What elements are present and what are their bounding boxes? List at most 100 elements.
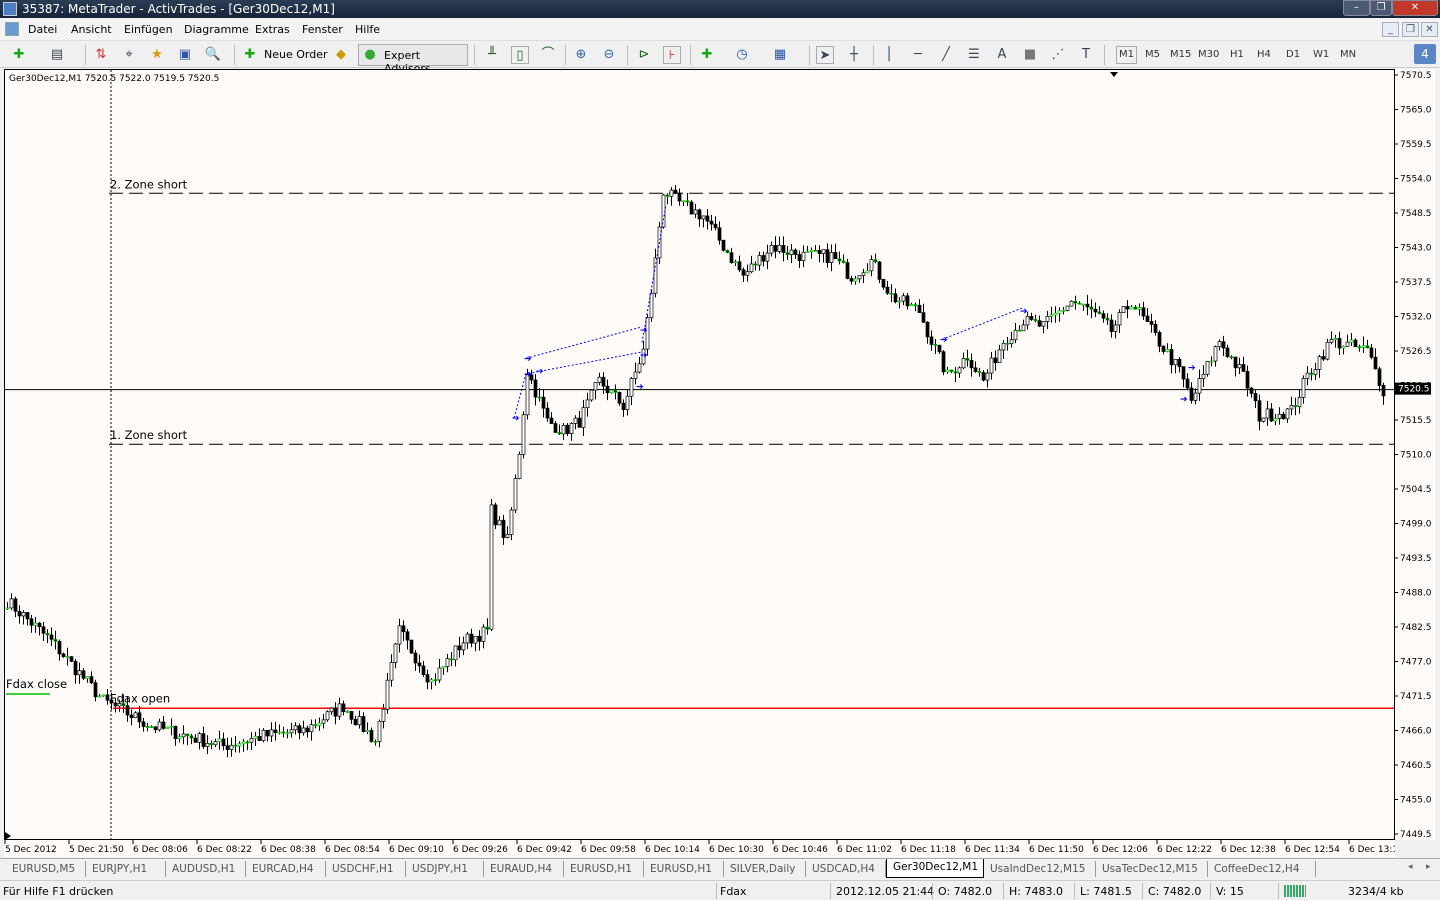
text-icon[interactable]: A [993, 46, 1011, 64]
candle [561, 422, 566, 441]
time-tick-label: 5 Dec 21:50 [69, 845, 124, 855]
candle [549, 412, 554, 425]
child-minimize-button[interactable]: _ [1382, 22, 1399, 37]
data-window-icon[interactable]: ⌖ [120, 46, 138, 64]
chart-tab[interactable]: AUDUSD,H1 [166, 861, 246, 877]
maximize-button[interactable]: ❐ [1370, 0, 1392, 16]
timeframe-m30[interactable]: M30 [1198, 49, 1219, 60]
candle-body [1105, 317, 1110, 321]
menu-datei[interactable]: Datei [28, 23, 57, 36]
auto-scroll-icon[interactable]: ⊳ [635, 46, 653, 64]
zoom-out-icon[interactable]: ⊖ [600, 46, 618, 64]
indicators-icon[interactable]: ✚ [698, 46, 716, 64]
vertical-line-icon[interactable]: │ [880, 46, 898, 64]
candle [1189, 382, 1194, 404]
new-chart-icon[interactable]: ✚ [10, 46, 28, 64]
chart-tab[interactable]: EURUSD,H1 [644, 861, 724, 877]
candle [473, 635, 478, 652]
notification-badge[interactable]: 4 [1414, 44, 1436, 64]
label-icon[interactable]: ■ [1021, 46, 1039, 64]
candle-body [677, 192, 682, 202]
price-axis[interactable]: 7570.5 7565.0 7559.5 7554.0 7548.5 7543.0 7537… [1395, 69, 1435, 840]
timeframe-m1[interactable]: M1 [1116, 46, 1137, 64]
fibonacci-icon[interactable]: ☰ [965, 46, 983, 64]
candle [1325, 338, 1330, 361]
chart-area[interactable]: ➔ ➔ ➔ ➔ ➔ ➔ ➔ ➔ ➔ ➔ ➔ 2. Zone short 1. Zone short Fda… [4, 69, 1395, 840]
chart-tab[interactable]: USDJPY,H1 [406, 861, 484, 877]
timeframe-mn[interactable]: MN [1340, 49, 1356, 60]
candle [1293, 397, 1298, 416]
candle-body [1153, 324, 1158, 333]
tabs-scroll-right-icon[interactable]: ▸ [1426, 862, 1431, 872]
candle [909, 302, 914, 307]
chart-tab[interactable]: EURCAD,H4 [246, 861, 326, 877]
new-order-icon[interactable]: ✚ [241, 46, 259, 64]
timeframe-h1[interactable]: H1 [1230, 49, 1244, 60]
document-icon[interactable] [5, 22, 19, 36]
candle [309, 719, 314, 741]
time-axis[interactable]: 5 Dec 2012 5 Dec 21:50 6 Dec 08:06 6 Dec 08… [4, 840, 1404, 857]
candlestick-icon[interactable]: ▯ [511, 46, 529, 64]
chart-tab[interactable]: CoffeeDec12,H4 [1208, 861, 1316, 877]
timeframe-m15[interactable]: M15 [1170, 49, 1191, 60]
candle-body [97, 695, 102, 698]
timeframe-h4[interactable]: H4 [1257, 49, 1271, 60]
tabs-scroll-left-icon[interactable]: ◂ [1408, 862, 1413, 872]
trendline-icon[interactable]: ╱ [937, 46, 955, 64]
chart-shift-icon[interactable]: ⊦ [663, 46, 681, 64]
cursor-icon[interactable]: ➤ [816, 46, 834, 64]
bar-chart-icon[interactable]: ╨ [483, 46, 501, 64]
crosshair-icon[interactable]: ┼ [845, 46, 863, 64]
candle [893, 288, 898, 304]
candle-body [145, 726, 150, 728]
candle [233, 736, 238, 753]
menu-fenster[interactable]: Fenster [302, 23, 343, 36]
menu-einfuegen[interactable]: Einfügen [124, 23, 173, 36]
timeframe-w1[interactable]: W1 [1313, 49, 1329, 60]
timeframe-m5[interactable]: M5 [1145, 49, 1160, 60]
close-button[interactable]: ✕ [1392, 0, 1438, 16]
line-chart-icon[interactable]: ⌒ [539, 46, 557, 64]
horizontal-line-icon[interactable]: ─ [909, 46, 927, 64]
text-label-icon[interactable]: T [1077, 46, 1095, 64]
chart-tab[interactable]: UsaIndDec12,M15 [984, 861, 1096, 877]
candle-body [1305, 372, 1310, 379]
market-watch-icon[interactable]: ⇅ [92, 46, 110, 64]
candle-body [1349, 339, 1354, 343]
expert-advisors-button[interactable]: ● Expert Advisors [358, 44, 468, 75]
child-close-button[interactable]: ✕ [1421, 22, 1438, 37]
connection-status-icon[interactable] [1284, 885, 1306, 897]
child-restore-button[interactable]: ❐ [1402, 22, 1419, 37]
menu-ansicht[interactable]: Ansicht [71, 23, 112, 36]
chart-tab[interactable]: USDCHF,H1 [326, 861, 406, 877]
new-order-button[interactable]: Neue Order [264, 48, 328, 61]
timeframe-d1[interactable]: D1 [1286, 49, 1300, 60]
chart-tab[interactable]: SILVER,Daily [724, 861, 806, 877]
navigator-icon[interactable]: ★ [148, 46, 166, 64]
periods-clock-icon[interactable]: ◷ [733, 46, 751, 64]
chart-tab[interactable]: USDCAD,H4 [806, 861, 886, 877]
fibo-fan-icon[interactable]: ⋰ [1049, 46, 1067, 64]
minimize-button[interactable]: – [1343, 0, 1370, 16]
zoom-in-icon[interactable]: ⊕ [572, 46, 590, 64]
terminal-icon[interactable]: ▣ [176, 46, 194, 64]
chart-tab[interactable]: UsaTecDec12,M15 [1096, 861, 1208, 877]
templates-icon[interactable]: ▦ [771, 46, 789, 64]
candle-body [925, 321, 930, 338]
profiles-icon[interactable]: ▤ [48, 46, 66, 64]
chart-tab[interactable]: EURJPY,H1 [86, 861, 166, 877]
candle [465, 632, 470, 649]
candle [225, 737, 230, 758]
chart-tab[interactable]: EURAUD,H4 [484, 861, 564, 877]
menu-hilfe[interactable]: Hilfe [355, 23, 380, 36]
menu-diagramme[interactable]: Diagramme [184, 23, 249, 36]
chart-tab[interactable]: EURUSD,M5 [6, 861, 86, 877]
strategy-tester-icon[interactable]: 🔍 [204, 46, 222, 64]
chart-tab[interactable]: EURUSD,H1 [564, 861, 644, 877]
candle [965, 349, 970, 367]
warning-icon[interactable]: ◆ [332, 46, 350, 64]
chart-tab[interactable]: Ger30Dec12,M1 [886, 859, 984, 878]
menu-extras[interactable]: Extras [255, 23, 290, 36]
candle [165, 726, 170, 729]
candle-body [249, 738, 254, 743]
